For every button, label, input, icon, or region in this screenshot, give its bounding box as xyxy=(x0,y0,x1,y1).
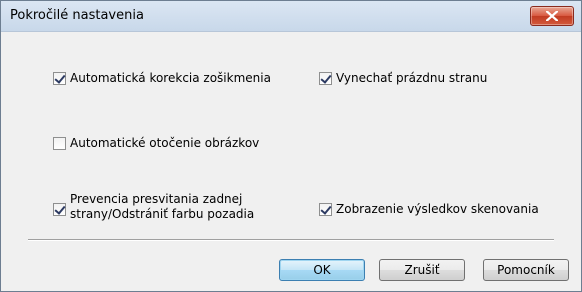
auto-rotate-label[interactable]: Automatické otočenie obrázkov xyxy=(70,136,259,150)
auto-rotate-checkbox[interactable] xyxy=(53,137,66,150)
ok-button[interactable]: OK xyxy=(279,259,365,281)
title-bar[interactable]: Pokročilé nastavenia xyxy=(1,1,581,32)
close-x-icon xyxy=(546,11,558,21)
dialog-body: Automatická korekcia zošikmenia Vynechať… xyxy=(1,32,581,291)
auto-deskew-label[interactable]: Automatická korekcia zošikmenia xyxy=(70,71,271,85)
separator xyxy=(28,239,554,241)
bleed-through-label-line2[interactable]: strany/Odstrániť farbu pozadia xyxy=(70,207,254,221)
bleed-through-checkbox[interactable] xyxy=(53,203,66,216)
show-results-label[interactable]: Zobrazenie výsledkov skenovania xyxy=(336,202,539,216)
dialog-title: Pokročilé nastavenia xyxy=(10,8,144,23)
auto-deskew-checkbox[interactable] xyxy=(53,72,66,85)
skip-blank-page-label[interactable]: Vynechať prázdnu stranu xyxy=(336,71,487,85)
bleed-through-label-line1[interactable]: Prevencia presvitania zadnej xyxy=(70,192,242,206)
show-results-checkbox[interactable] xyxy=(319,203,332,216)
close-button[interactable] xyxy=(530,6,574,26)
cancel-button[interactable]: Zrušiť xyxy=(379,259,465,281)
help-button[interactable]: Pomocník xyxy=(483,259,569,281)
skip-blank-page-checkbox[interactable] xyxy=(319,72,332,85)
advanced-settings-dialog: Pokročilé nastavenia Automatická korekci… xyxy=(0,0,582,292)
